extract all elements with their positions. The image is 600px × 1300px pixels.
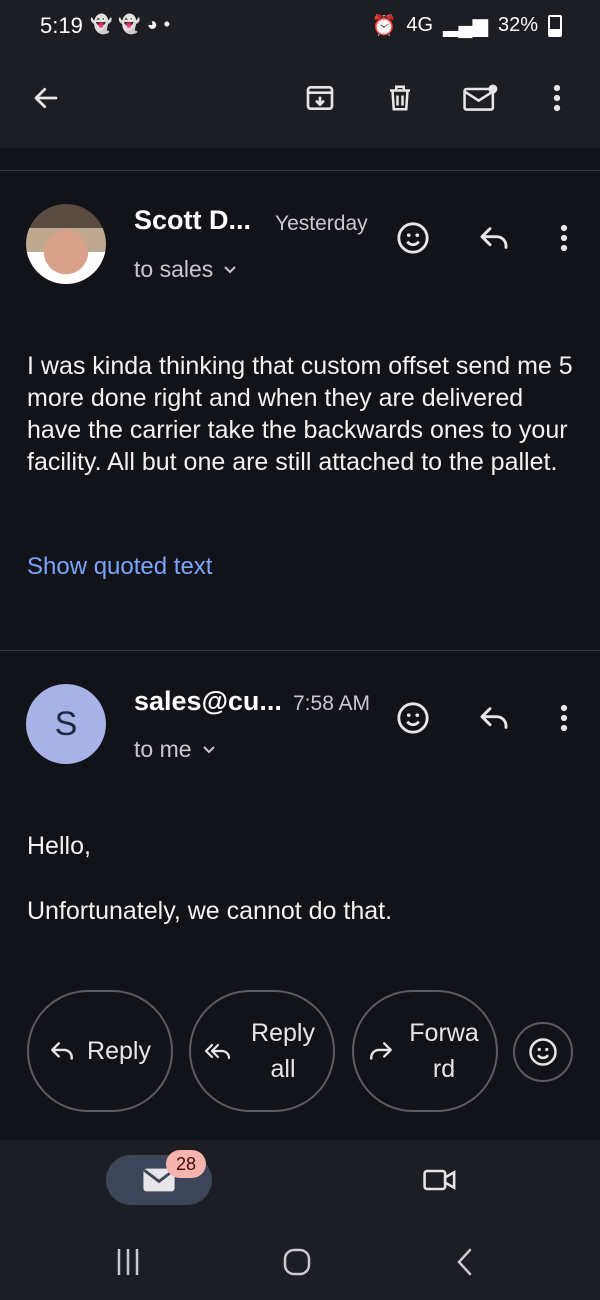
show-quoted-text-link[interactable]: Show quoted text (27, 553, 212, 581)
chevron-left-icon (457, 1248, 472, 1276)
reply-icon (480, 227, 508, 249)
emoji-icon (397, 702, 429, 734)
signal-icon: ▂▄▆ (443, 15, 488, 37)
video-camera-icon (423, 1169, 456, 1191)
unread-badge: 28 (166, 1150, 206, 1178)
top-toolbar (0, 52, 600, 148)
meet-tab[interactable] (418, 1160, 462, 1200)
home-button[interactable] (277, 1242, 317, 1282)
back-nav-button[interactable] (445, 1242, 485, 1282)
more-vert-icon (560, 224, 568, 252)
sender-name[interactable]: sales@cu... (134, 686, 282, 717)
snapchat-icon: 👻 (118, 14, 141, 34)
reply-all-action-button[interactable]: Reply all (189, 990, 335, 1112)
reply-action-button[interactable]: Reply (27, 990, 173, 1112)
avatar-letter: S (54, 704, 78, 743)
message-time: Yesterday (275, 212, 368, 235)
reddit-icon: ◕ (146, 14, 158, 34)
avatar[interactable]: S (26, 684, 106, 764)
alarm-icon: ⏰ (371, 15, 397, 37)
archive-button[interactable] (296, 74, 344, 122)
react-button[interactable] (389, 694, 437, 742)
message-body: Unfortunately, we cannot do that. (27, 897, 393, 925)
more-vert-icon (553, 84, 561, 112)
mark-unread-button[interactable] (456, 74, 504, 122)
bottom-nav: 28 (0, 1140, 600, 1300)
emoji-icon (529, 1038, 557, 1066)
avatar[interactable] (26, 204, 106, 284)
message-time: 7:58 AM (293, 692, 371, 715)
chevron-down-icon (224, 265, 236, 273)
reply-button[interactable] (470, 694, 518, 742)
recipient-toggle[interactable]: to me (134, 736, 216, 763)
reply-label: Reply (87, 1036, 151, 1065)
forward-action-button[interactable]: Forwa rd (352, 990, 498, 1112)
message-more-button[interactable] (540, 694, 588, 742)
arrow-left-icon (34, 87, 58, 109)
chevron-down-icon (202, 745, 215, 753)
battery-icon (548, 14, 562, 37)
message-body: I was kinda thinking that custom offset … (27, 352, 573, 476)
home-icon (283, 1248, 311, 1276)
trash-icon (390, 85, 410, 111)
back-button[interactable] (22, 74, 70, 122)
notification-icons: 👻 👻 ◕ • (90, 14, 170, 35)
sender-name[interactable]: Scott D... (134, 205, 251, 236)
recent-apps-icon (117, 1249, 139, 1275)
divider (0, 170, 600, 171)
status-right: ⏰ 4G ▂▄▆ 32% (371, 13, 562, 38)
reply-all-label: Reply all (251, 1019, 315, 1083)
delete-button[interactable] (376, 74, 424, 122)
message-more-button[interactable] (540, 214, 588, 262)
recipient-toggle[interactable]: to sales (134, 256, 237, 283)
status-time: 5:19 (40, 13, 83, 38)
message-greeting: Hello, (27, 832, 91, 860)
archive-icon (306, 86, 334, 110)
more-vert-icon (560, 704, 568, 732)
react-button[interactable] (389, 214, 437, 262)
reply-button[interactable] (470, 214, 518, 262)
reply-icon (480, 707, 508, 729)
dot-icon: • (163, 14, 171, 34)
snapchat-icon: 👻 (90, 14, 113, 34)
emoji-react-button[interactable] (513, 1022, 573, 1082)
forward-icon (370, 1042, 392, 1060)
divider (0, 650, 600, 651)
recipient-label: to sales (134, 256, 214, 282)
recent-apps-button[interactable] (108, 1242, 148, 1282)
reply-icon (51, 1042, 73, 1060)
recipient-label: to me (134, 736, 192, 762)
emoji-icon (397, 222, 429, 254)
battery-percent: 32% (497, 14, 538, 36)
more-options-button[interactable] (533, 74, 581, 122)
status-bar: 5:19 👻 👻 ◕ • ⏰ 4G ▂▄▆ 32% (0, 0, 600, 52)
network-type: 4G (406, 14, 434, 36)
reply-all-icon (204, 1043, 231, 1060)
mail-unread-icon (463, 84, 498, 111)
forward-label: Forwa rd (409, 1019, 479, 1083)
